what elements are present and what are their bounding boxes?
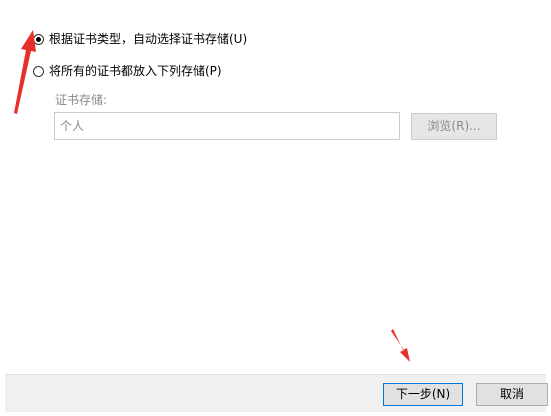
- annotation-arrow-icon: [391, 329, 410, 362]
- place-in-store-option[interactable]: 将所有的证书都放入下列存储(P): [33, 63, 222, 79]
- wizard-footer: 下一步(N) 取消: [5, 374, 548, 412]
- cancel-button[interactable]: 取消: [476, 383, 548, 406]
- radio-selected-icon[interactable]: [33, 33, 44, 45]
- auto-select-store-option[interactable]: 根据证书类型，自动选择证书存储(U): [33, 31, 247, 47]
- auto-select-store-label[interactable]: 根据证书类型，自动选择证书存储(U): [49, 31, 247, 47]
- certificate-store-field: 个人: [54, 112, 400, 140]
- next-button[interactable]: 下一步(N): [383, 383, 463, 406]
- certificate-store-label: 证书存储:: [55, 93, 108, 107]
- browse-button: 浏览(R)...: [411, 113, 497, 140]
- certificate-import-wizard-page: 根据证书类型，自动选择证书存储(U) 将所有的证书都放入下列存储(P) 证书存储…: [0, 0, 551, 416]
- place-in-store-label[interactable]: 将所有的证书都放入下列存储(P): [49, 63, 222, 79]
- radio-unselected-icon[interactable]: [33, 65, 44, 77]
